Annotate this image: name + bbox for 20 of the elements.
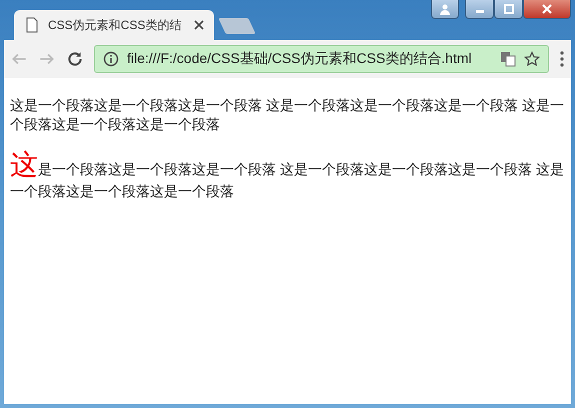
minimize-button[interactable] (465, 0, 494, 19)
close-window-button[interactable] (523, 0, 571, 19)
profile-button[interactable] (431, 0, 459, 19)
info-icon (103, 51, 119, 67)
maximize-button[interactable] (494, 0, 523, 19)
maximize-icon (504, 4, 514, 14)
reload-icon[interactable] (66, 50, 84, 68)
star-icon[interactable] (524, 51, 540, 67)
browser-tab[interactable]: CSS伪元素和CSS类的结 (14, 10, 214, 40)
person-icon (439, 3, 451, 15)
url-text: file:///F:/code/CSS基础/CSS伪元素和CSS类的结合.html (127, 50, 473, 68)
address-bar[interactable]: file:///F:/code/CSS基础/CSS伪元素和CSS类的结合.html (94, 45, 549, 73)
tab-title: CSS伪元素和CSS类的结 (48, 16, 182, 34)
close-icon[interactable] (194, 20, 204, 30)
page-icon (24, 17, 40, 33)
close-icon (542, 4, 552, 14)
menu-icon[interactable] (559, 50, 565, 68)
paragraph: 这是一个段落这是一个段落这是一个段落 这是一个段落这是一个段落这是一个段落 这是一个段落这是一个段落这是一个段落 (10, 148, 565, 201)
paragraph: 这是一个段落这是一个段落这是一个段落 这是一个段落这是一个段落这是一个段落 这是一个段落这是一个段落这是一个段落 (10, 96, 565, 134)
translate-icon[interactable] (500, 51, 516, 67)
